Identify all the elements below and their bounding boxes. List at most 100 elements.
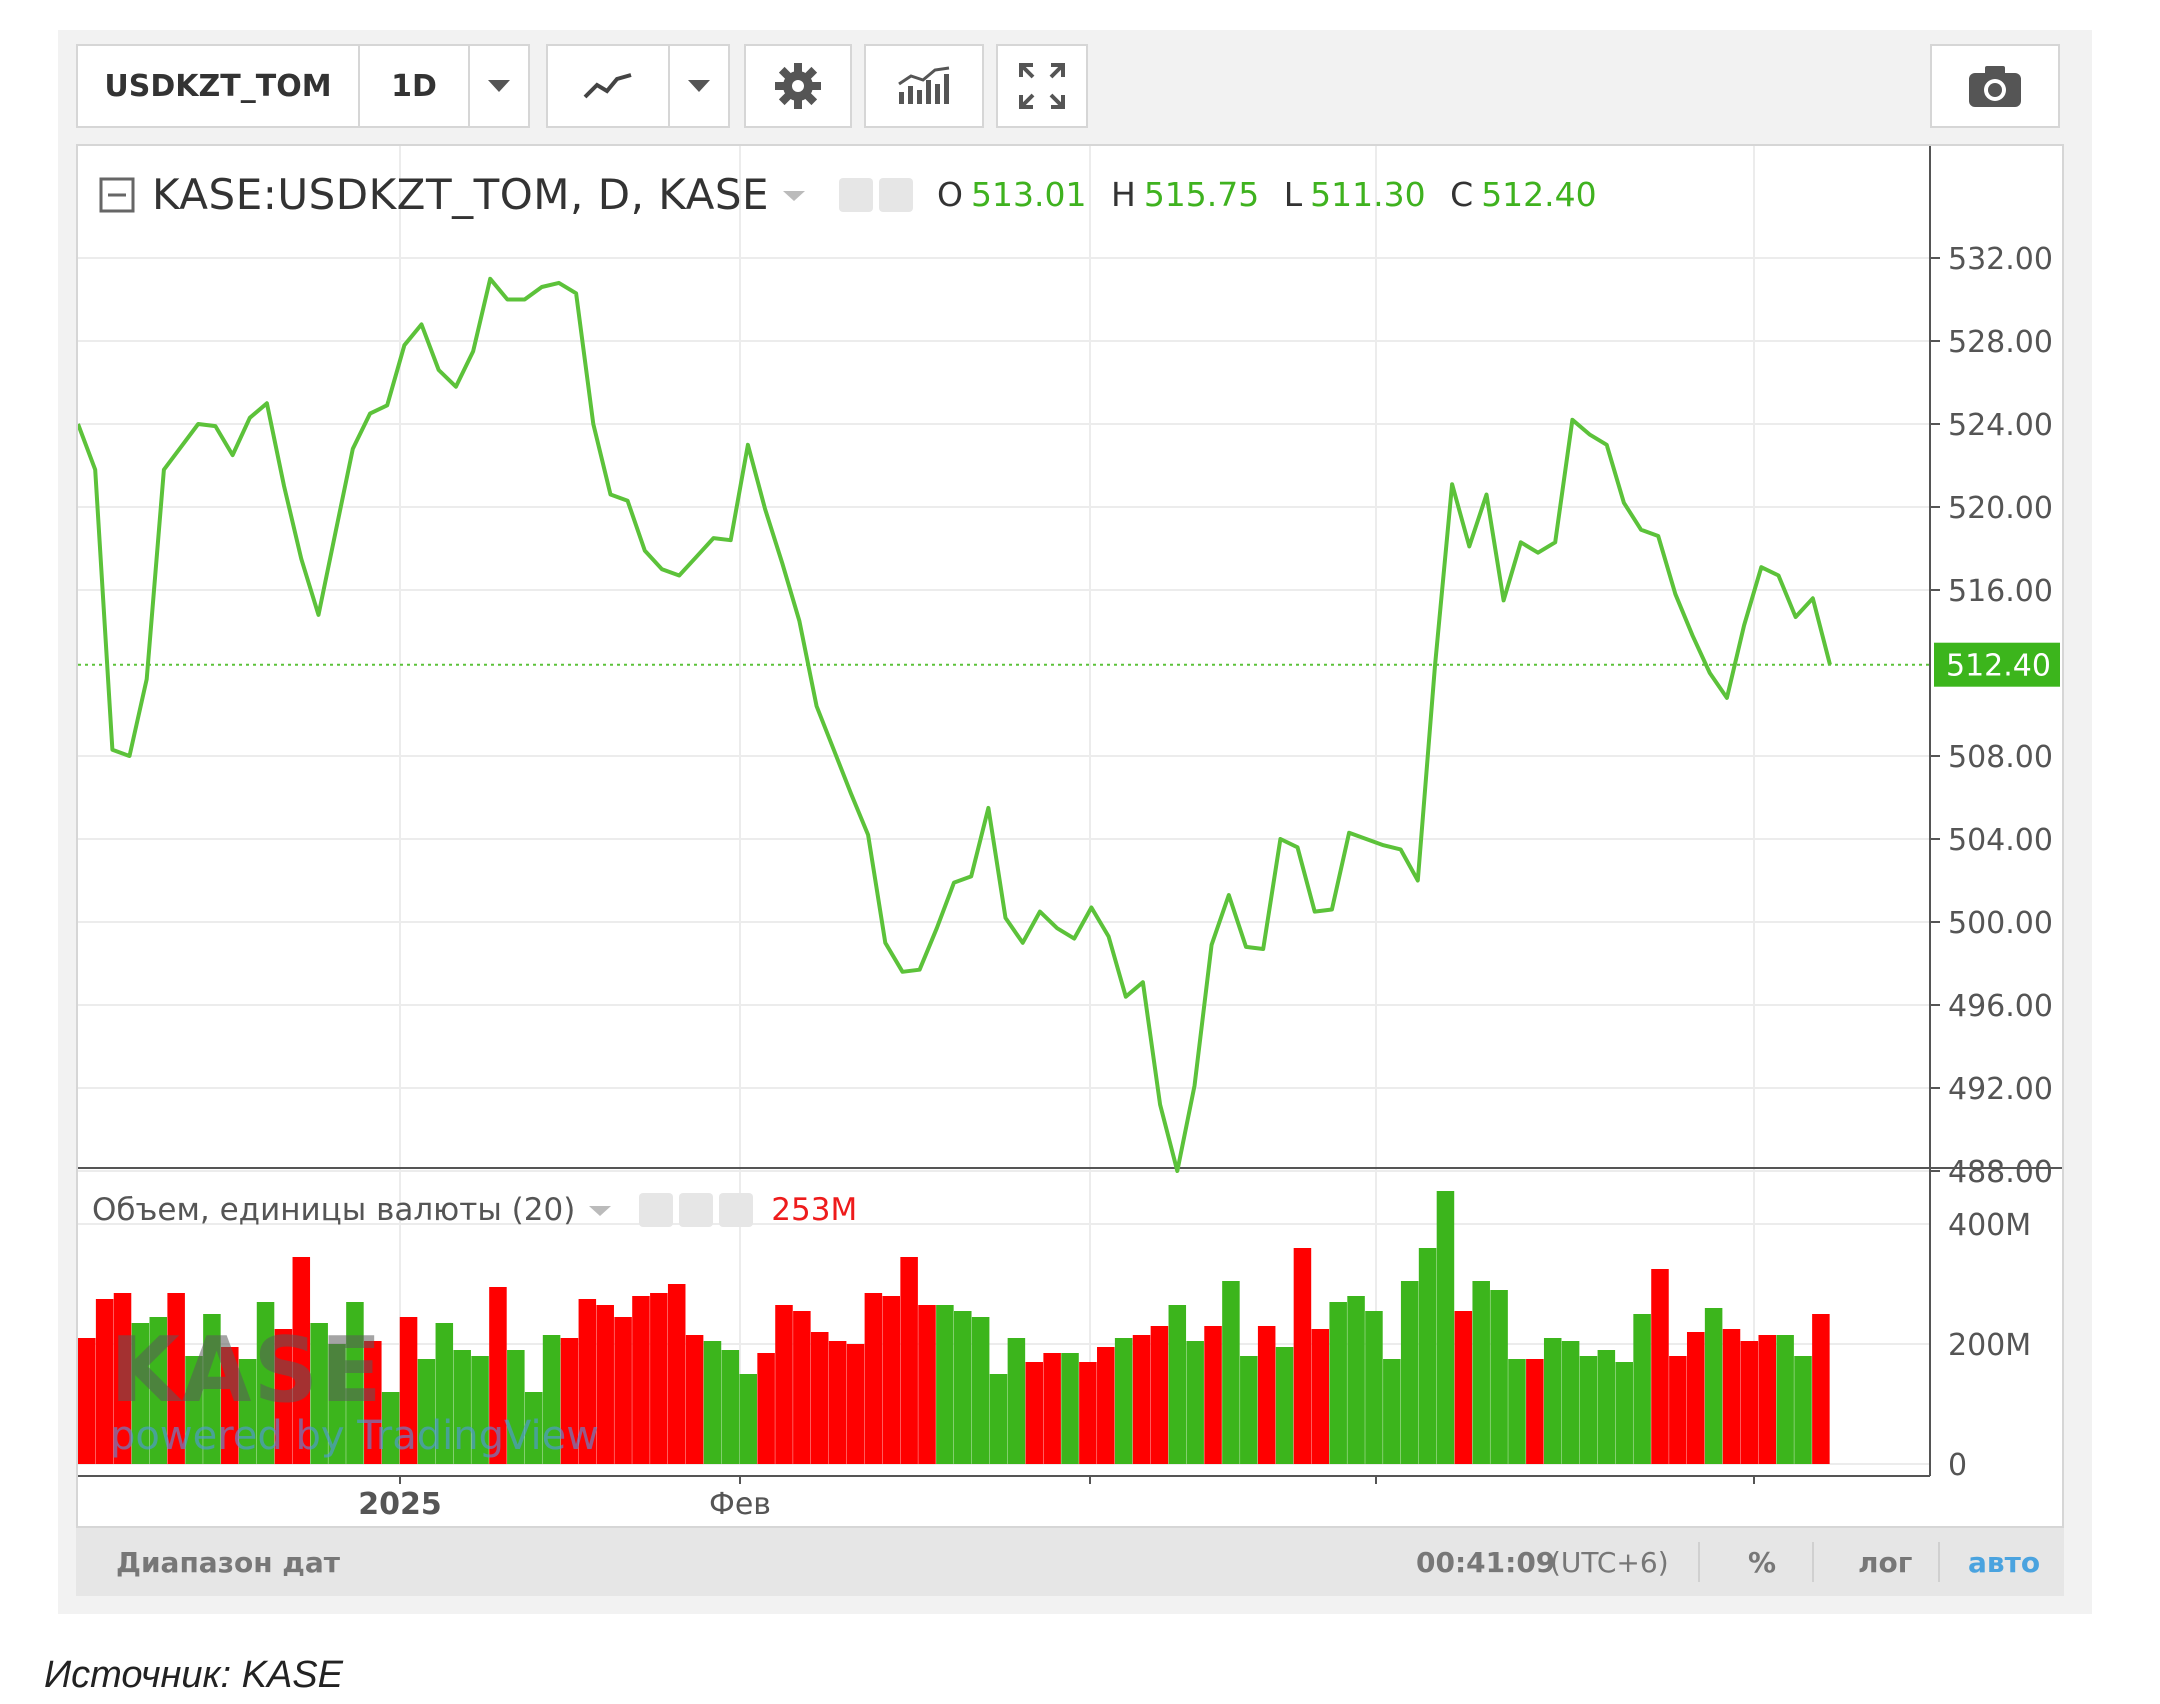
volume-bar <box>1168 1305 1187 1464</box>
divider <box>1812 1542 1814 1582</box>
volume-bar <box>1651 1269 1669 1464</box>
volume-bar <box>918 1305 936 1464</box>
volume-bar <box>954 1311 972 1464</box>
volume-bar <box>1508 1359 1526 1464</box>
close-label: C <box>1450 175 1474 214</box>
volume-bar <box>1794 1356 1812 1464</box>
volume-bar <box>1633 1314 1651 1464</box>
eye-icon[interactable] <box>839 177 874 212</box>
volume-bar <box>1597 1350 1616 1464</box>
interval-button[interactable]: 1D <box>360 44 470 128</box>
volume-bar <box>1097 1347 1115 1464</box>
divider <box>1938 1542 1940 1582</box>
volume-bar <box>1526 1359 1544 1464</box>
volume-bar <box>1490 1290 1508 1464</box>
auto-toggle[interactable]: авто <box>1968 1546 2040 1579</box>
close-icon[interactable] <box>719 1193 754 1227</box>
volume-bar <box>1776 1335 1794 1464</box>
line-chart-icon <box>583 73 632 99</box>
volume-bar <box>1347 1296 1365 1464</box>
chevron-down-icon[interactable] <box>779 185 809 205</box>
series-title: KASE:USDKZT_TOM, D, KASE <box>152 170 770 219</box>
fullscreen-button[interactable] <box>996 44 1088 128</box>
settings-button[interactable] <box>744 44 852 128</box>
volume-bar <box>882 1296 901 1464</box>
volume-bar <box>667 1284 686 1464</box>
chart-style-button[interactable] <box>546 44 670 128</box>
collapse-icon[interactable] <box>98 176 136 214</box>
date-range-button[interactable]: Диапазон дат <box>116 1546 340 1579</box>
clock-timezone[interactable]: (UTC+6) <box>1550 1546 1669 1579</box>
low-value: 511.30 <box>1310 175 1426 214</box>
volume-bar <box>1740 1341 1759 1464</box>
volume-bar <box>1365 1311 1383 1464</box>
high-label: H <box>1110 175 1136 214</box>
eye-icon[interactable] <box>639 1193 674 1227</box>
volume-bar <box>1114 1338 1133 1464</box>
watermark-brand: KASE <box>110 1318 384 1423</box>
volume-bar <box>1150 1326 1169 1464</box>
volume-bar <box>1704 1308 1723 1464</box>
chart-area[interactable]: 532.00 528.00 524.00 520.00 516.00 508.00 504.… <box>76 144 2064 1528</box>
log-toggle[interactable]: лог <box>1858 1546 1912 1579</box>
volume-bar <box>632 1296 650 1464</box>
volume-bar <box>78 1338 96 1464</box>
open-value: 513.01 <box>971 175 1087 214</box>
kase-watermark: KASE powered by TradingView <box>110 1318 599 1459</box>
chevron-down-icon[interactable] <box>585 1200 615 1220</box>
volume-bar <box>1132 1335 1151 1464</box>
volume-bar <box>1472 1281 1490 1464</box>
volume-bar <box>1436 1191 1455 1464</box>
volume-bar <box>1257 1326 1276 1464</box>
volume-bar <box>757 1353 775 1464</box>
volume-bar <box>1311 1329 1330 1464</box>
volume-title: Объем, единицы валюты (20) <box>92 1192 576 1228</box>
open-label: O <box>937 175 964 214</box>
time-axis-label: Фев <box>709 1487 771 1522</box>
volume-bar <box>1615 1362 1633 1464</box>
volume-bar <box>1758 1335 1777 1464</box>
volume-bar <box>1007 1338 1026 1464</box>
price-tick-label: 500.00 <box>1948 906 2053 941</box>
volume-bar <box>1579 1356 1598 1464</box>
volume-bar <box>1293 1248 1312 1464</box>
divider <box>1698 1542 1700 1582</box>
chart-style-dropdown[interactable] <box>670 44 730 128</box>
volume-bar <box>846 1344 865 1464</box>
gear-icon <box>775 63 821 109</box>
price-tick-label: 528.00 <box>1948 325 2053 360</box>
volume-tick-label: 0 <box>1948 1448 1967 1483</box>
volume-bar <box>1043 1353 1061 1464</box>
volume-bar <box>685 1335 704 1464</box>
camera-icon <box>1969 66 2021 107</box>
volume-bar <box>1061 1353 1079 1464</box>
volume-bar <box>989 1374 1008 1464</box>
percent-toggle[interactable]: % <box>1748 1546 1776 1579</box>
chevron-down-icon <box>688 80 710 92</box>
time-axis-label: 2025 <box>358 1487 442 1522</box>
watermark-powered: powered by TradingView <box>110 1413 599 1459</box>
volume-bar <box>1418 1248 1437 1464</box>
bottom-bar: Диапазон дат 00:41:09 (UTC+6) % лог авто <box>76 1528 2064 1596</box>
symbol-button[interactable]: USDKZT_TOM <box>76 44 360 128</box>
close-value: 512.40 <box>1481 175 1597 214</box>
price-tick-label: 516.00 <box>1948 574 2053 609</box>
interval-dropdown[interactable] <box>470 44 530 128</box>
volume-value: 253M <box>771 1192 858 1228</box>
gear-icon[interactable] <box>879 177 914 212</box>
volume-bar <box>1561 1341 1580 1464</box>
price-tick-label: 492.00 <box>1948 1072 2053 1107</box>
volume-legend: Объем, единицы валюты (20) 253M <box>92 1192 857 1228</box>
volume-bar <box>739 1374 757 1464</box>
volume-bar <box>1454 1311 1473 1464</box>
chart-widget: USDKZT_TOM 1D 532.00 528.00 524.00 520.0… <box>58 30 2092 1614</box>
volume-bar <box>1186 1341 1204 1464</box>
volume-bar <box>1383 1359 1401 1464</box>
snapshot-button[interactable] <box>1930 44 2060 128</box>
volume-bar <box>650 1293 668 1464</box>
indicators-button[interactable] <box>864 44 984 128</box>
price-series-line <box>78 276 1832 1173</box>
source-caption: Источник: KASE <box>44 1654 343 1696</box>
indicators-icon <box>898 66 950 104</box>
gear-icon[interactable] <box>679 1193 714 1227</box>
